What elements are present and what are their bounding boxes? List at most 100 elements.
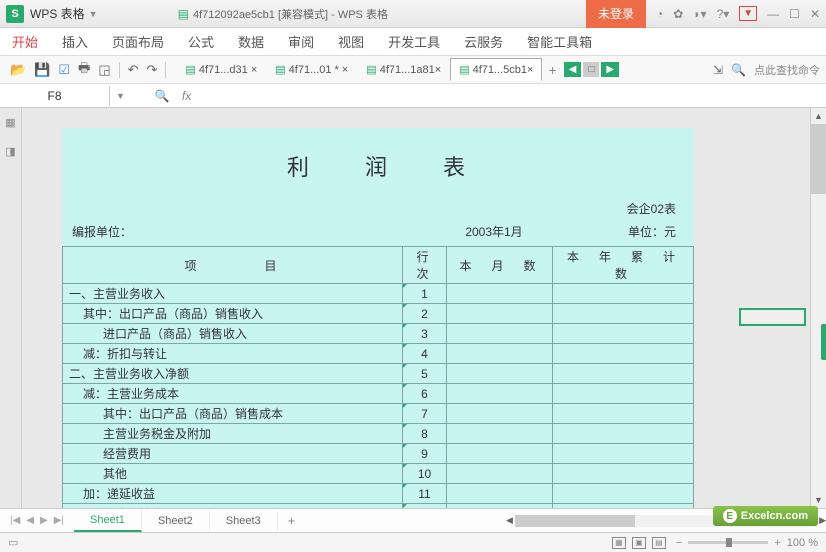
cell-year[interactable]	[553, 424, 694, 444]
scroll-up-icon[interactable]: ▲	[811, 108, 826, 124]
zoom-level[interactable]: 100 %	[787, 537, 818, 549]
menu-start[interactable]: 开始	[12, 32, 38, 51]
cell-row-num[interactable]: 9	[403, 444, 447, 464]
login-button[interactable]: 未登录	[586, 0, 646, 28]
cell-item[interactable]: 一、主营业务收入	[63, 284, 403, 304]
cell-item[interactable]: 减：折扣与转让	[63, 344, 403, 364]
sheet-prev-icon[interactable]: ◀	[26, 515, 34, 526]
menu-insert[interactable]: 插入	[62, 32, 88, 51]
cell-item[interactable]: 主营业务税金及附加	[63, 424, 403, 444]
notify-icon[interactable]: ▼	[739, 6, 757, 21]
cell-month[interactable]	[447, 304, 553, 324]
sheet-first-icon[interactable]: |◀	[10, 515, 20, 526]
cell-item[interactable]: 经营费用	[63, 444, 403, 464]
menu-formula[interactable]: 公式	[188, 32, 214, 51]
scroll-right-icon[interactable]: ▶	[819, 513, 826, 529]
table-row[interactable]: 二、主营业务收入净额 5	[63, 364, 694, 384]
view-normal-icon[interactable]: ▦	[612, 537, 626, 549]
cell-year[interactable]	[553, 284, 694, 304]
cell-year[interactable]	[553, 404, 694, 424]
help-icon[interactable]: ?▾	[717, 7, 730, 21]
cell-ref-dropdown-icon[interactable]: ▼	[116, 91, 125, 101]
table-row[interactable]: 加：递延收益 11	[63, 484, 694, 504]
undo-icon[interactable]: ↶	[128, 62, 139, 78]
sheet-area[interactable]: 利 润 表 会企02表 编报单位： 2003年1月 单位：元 项 目 行 次 本…	[22, 108, 810, 508]
preview-icon[interactable]: ◲	[98, 62, 110, 78]
zoom-fx-icon[interactable]: 🔍	[155, 89, 170, 103]
table-row[interactable]: 其中：出口产品（商品）销售收入 2	[63, 304, 694, 324]
cell-row-num[interactable]: 10	[403, 464, 447, 484]
scroll-thumb[interactable]	[811, 124, 826, 194]
close-icon[interactable]: ✕	[810, 7, 820, 21]
cell-month[interactable]	[447, 404, 553, 424]
menu-data[interactable]: 数据	[238, 32, 264, 51]
table-row[interactable]: 代购代销收入 12	[63, 504, 694, 509]
cell-year[interactable]	[553, 344, 694, 364]
cell-row-num[interactable]: 8	[403, 424, 447, 444]
cell-row-num[interactable]: 2	[403, 304, 447, 324]
menu-layout[interactable]: 页面布局	[112, 32, 164, 51]
ruler-icon[interactable]: ▦	[5, 116, 15, 129]
table-row[interactable]: 减：主营业务成本 6	[63, 384, 694, 404]
cell-year[interactable]	[553, 464, 694, 484]
menu-cloud[interactable]: 云服务	[464, 32, 503, 51]
sync-icon[interactable]: ◔	[656, 7, 663, 21]
cell-month[interactable]	[447, 504, 553, 509]
save-icon[interactable]: 💾	[34, 62, 50, 78]
cell-month[interactable]	[447, 424, 553, 444]
doc-tab-4[interactable]: ▤4f71...5cb1×	[450, 58, 542, 81]
tab-prev-icon[interactable]: ◀	[564, 62, 582, 77]
cell-row-num[interactable]: 4	[403, 344, 447, 364]
table-row[interactable]: 主营业务税金及附加 8	[63, 424, 694, 444]
menu-tools[interactable]: 智能工具箱	[527, 32, 592, 51]
sheet-tab-2[interactable]: Sheet2	[142, 511, 210, 531]
doc-tab-3[interactable]: ▤4f71...1a81×	[357, 58, 450, 81]
sheet-tab-3[interactable]: Sheet3	[210, 511, 278, 531]
menu-view[interactable]: 视图	[338, 32, 364, 51]
search-input[interactable]: 点此查找命令	[754, 62, 820, 78]
cell-month[interactable]	[447, 444, 553, 464]
cell-row-num[interactable]: 6	[403, 384, 447, 404]
tab-next-icon[interactable]: ▶	[601, 62, 619, 77]
cell-item[interactable]: 其中：出口产品（商品）销售成本	[63, 404, 403, 424]
cell-year[interactable]	[553, 444, 694, 464]
cell-year[interactable]	[553, 504, 694, 509]
print-icon[interactable]: 🖶	[78, 59, 90, 81]
cell-year[interactable]	[553, 384, 694, 404]
doc-tab-2[interactable]: ▤4f71...01 * ×	[266, 58, 357, 81]
cell-year[interactable]	[553, 484, 694, 504]
cell-item[interactable]: 加：递延收益	[63, 484, 403, 504]
scroll-left-icon[interactable]: ◀	[506, 513, 513, 529]
add-sheet-icon[interactable]: +	[278, 513, 306, 528]
table-row[interactable]: 其他 10	[63, 464, 694, 484]
cell-item[interactable]: 进口产品（商品）销售收入	[63, 324, 403, 344]
profit-table[interactable]: 项 目 行 次 本 月 数 本 年 累 计 数 一、主营业务收入 1 其中：出口…	[62, 246, 694, 508]
cell-item[interactable]: 二、主营业务收入净额	[63, 364, 403, 384]
table-row[interactable]: 进口产品（商品）销售收入 3	[63, 324, 694, 344]
view-page-icon[interactable]: ▣	[632, 537, 646, 549]
table-row[interactable]: 减：折扣与转让 4	[63, 344, 694, 364]
cell-item[interactable]: 其中：出口产品（商品）销售收入	[63, 304, 403, 324]
vertical-scrollbar[interactable]: ▲ ▼	[810, 108, 826, 508]
cell-row-num[interactable]: 11	[403, 484, 447, 504]
cell-item[interactable]: 代购代销收入	[63, 504, 403, 509]
cell-month[interactable]	[447, 364, 553, 384]
cell-row-num[interactable]: 5	[403, 364, 447, 384]
cell-row-num[interactable]: 12	[403, 504, 447, 509]
add-tab-icon[interactable]: +	[548, 62, 556, 78]
cell-month[interactable]	[447, 284, 553, 304]
app-dropdown-icon[interactable]: ▼	[89, 9, 98, 19]
table-row[interactable]: 其中：出口产品（商品）销售成本 7	[63, 404, 694, 424]
view-break-icon[interactable]: ▤	[652, 537, 666, 549]
maximize-icon[interactable]: ☐	[789, 7, 800, 21]
zoom-out-icon[interactable]: −	[676, 537, 682, 549]
minimize-icon[interactable]: —	[767, 7, 779, 21]
sheet-next-icon[interactable]: ▶	[40, 515, 48, 526]
zoom-slider[interactable]	[688, 541, 768, 544]
cell-month[interactable]	[447, 464, 553, 484]
tab-list-icon[interactable]: □	[583, 62, 599, 77]
cell-row-num[interactable]: 1	[403, 284, 447, 304]
cell-month[interactable]	[447, 484, 553, 504]
cell-reference[interactable]: F8	[0, 86, 110, 106]
theme-icon[interactable]: ◗▾	[693, 7, 706, 21]
